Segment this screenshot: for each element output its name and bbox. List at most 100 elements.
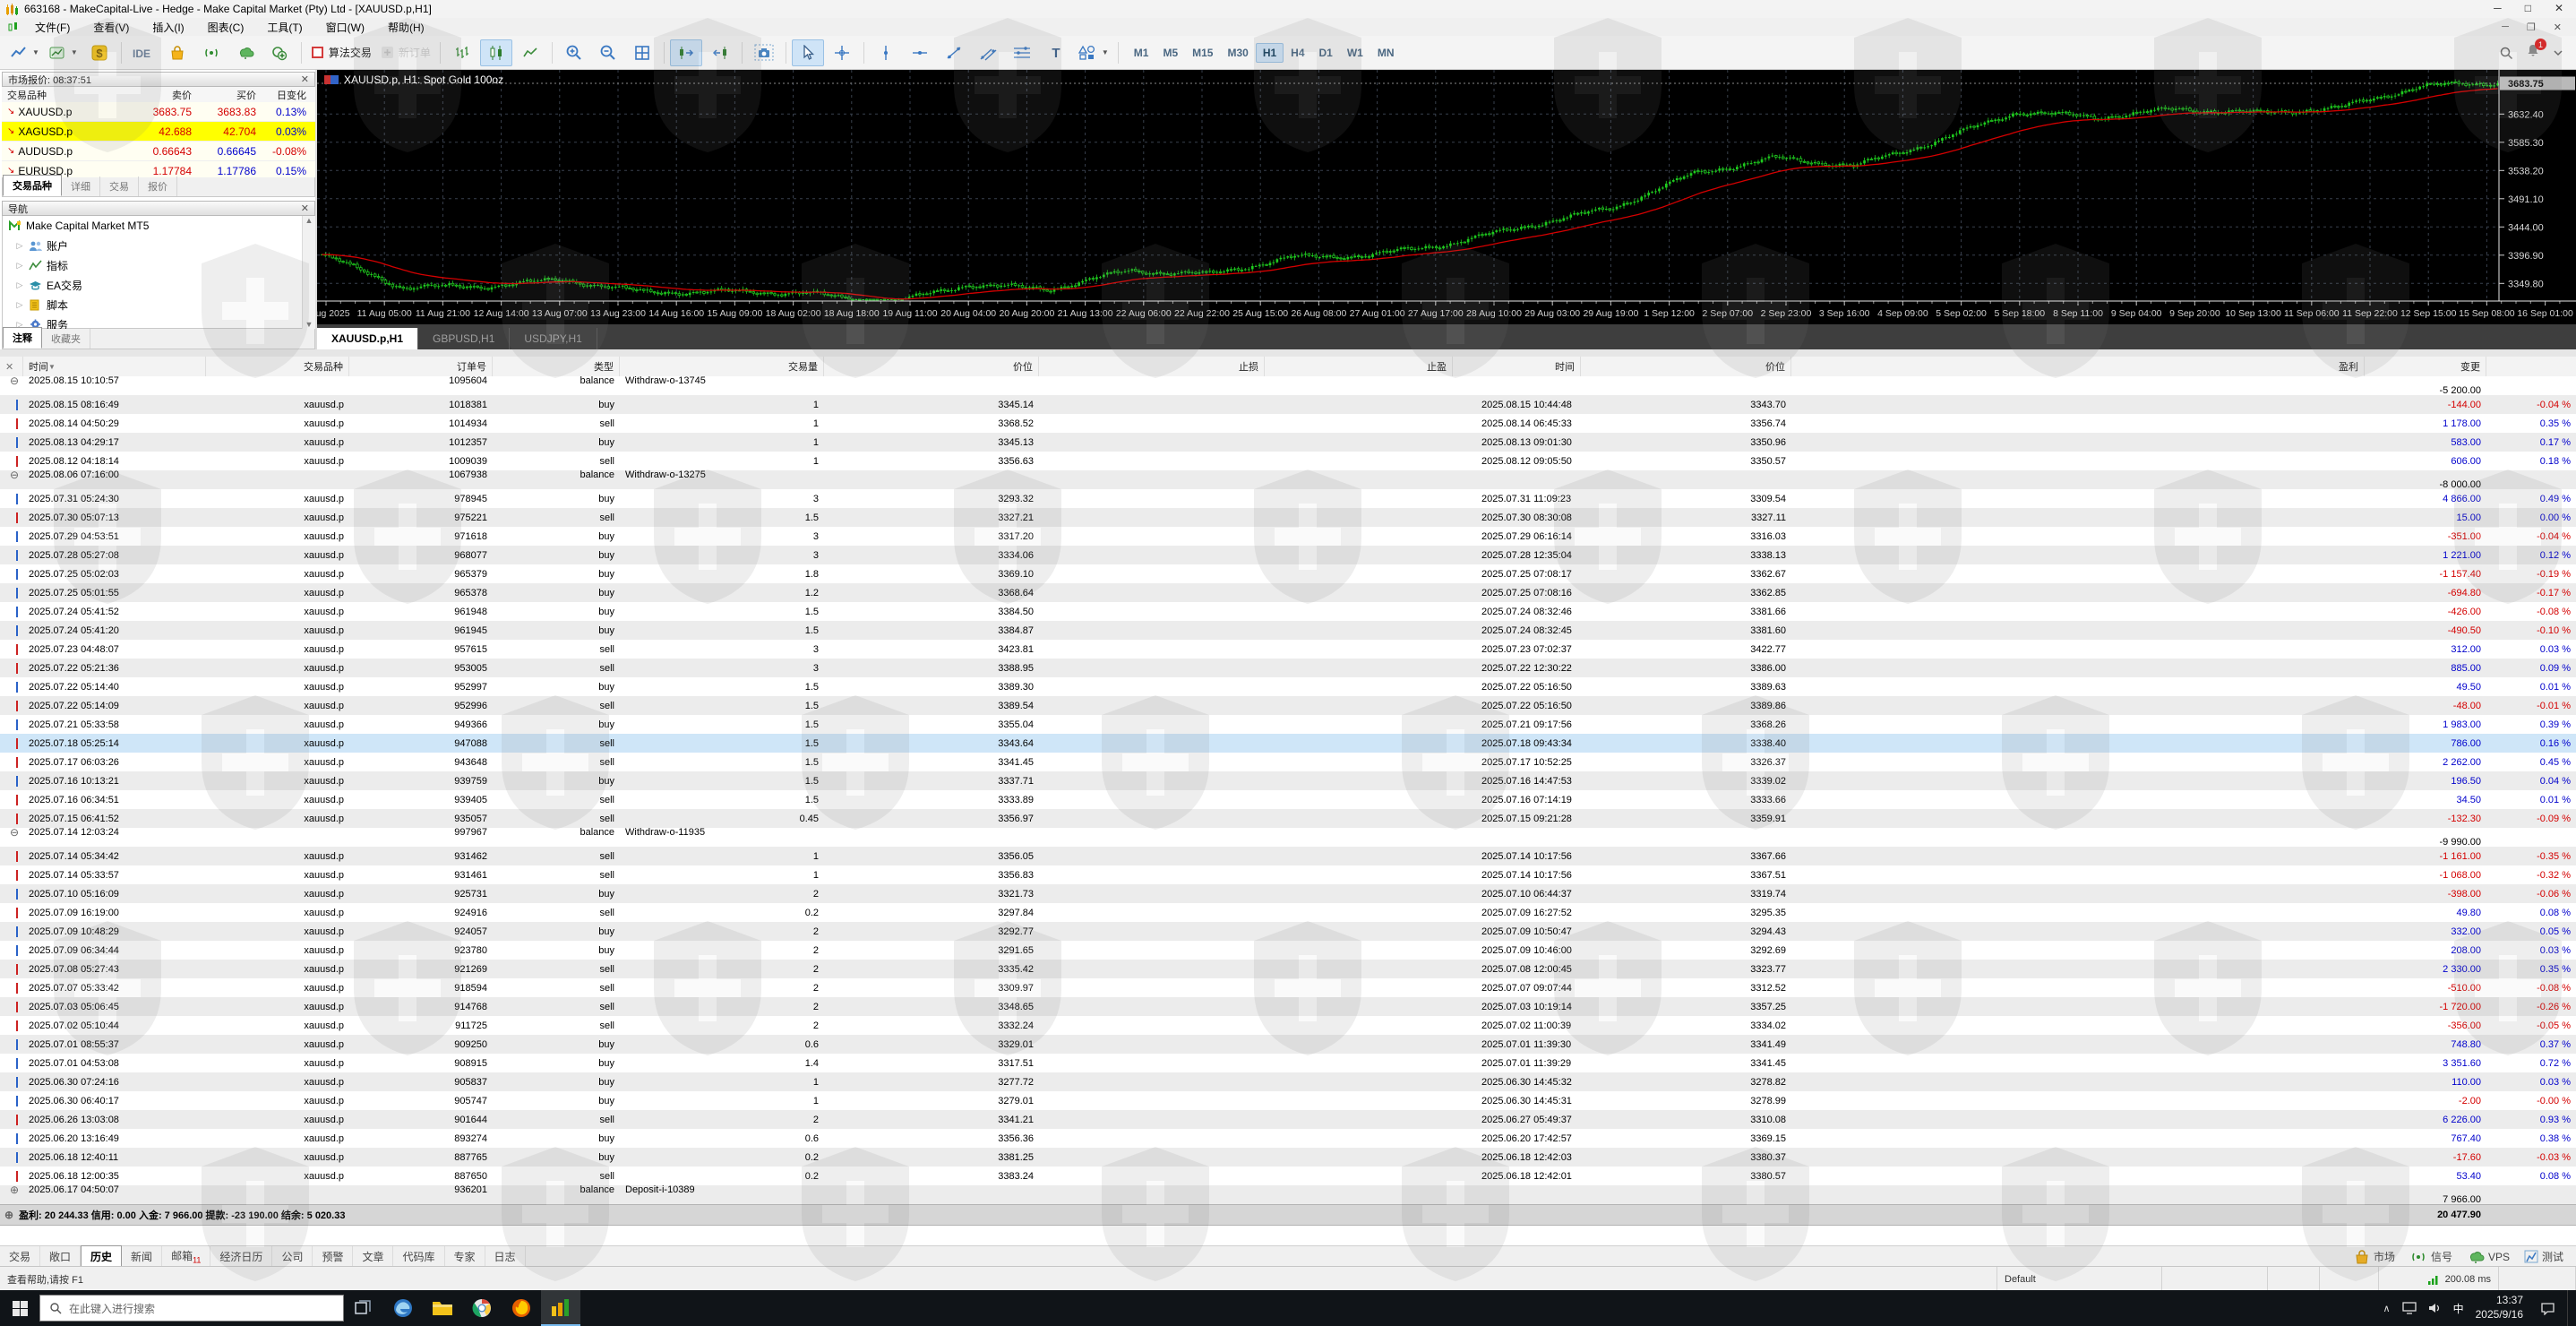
maximize-button[interactable]: □ — [2525, 2, 2531, 14]
quick-tool-测试[interactable]: 测试 — [2524, 1249, 2563, 1264]
timeframe-m1[interactable]: M1 — [1127, 43, 1156, 63]
taskbar-clock[interactable]: 13:37 2025/9/16 — [2476, 1294, 2523, 1322]
menu-item-1[interactable]: 查看(V) — [82, 18, 141, 37]
history-deal-row[interactable]: 2025.07.28 05:27:08 xauusd.p 968077 buy 3 333… — [0, 546, 2576, 564]
quick-tool-信号[interactable]: 信号 — [2409, 1249, 2452, 1264]
mw-tab-详细[interactable]: 详细 — [62, 177, 100, 196]
toolbox-tab-公司[interactable]: 公司 — [272, 1246, 313, 1267]
history-deal-row[interactable]: 2025.06.18 12:40:11 xauusd.p 887765 buy 0.2 3… — [0, 1148, 2576, 1167]
menu-item-0[interactable]: 文件(F) — [23, 18, 82, 37]
toolbox-close-icon[interactable]: ✕ — [0, 357, 23, 376]
market-watch-row[interactable]: ↘ XAUUSD.p 3683.75 3683.83 0.13% — [2, 102, 315, 122]
copy-trading-button[interactable] — [263, 39, 296, 66]
child-close-button[interactable]: ✕ — [2554, 22, 2562, 33]
history-deal-row[interactable]: 2025.07.08 05:27:43 xauusd.p 921269 sell 2 33… — [0, 960, 2576, 978]
history-deal-row[interactable]: 2025.08.13 04:29:17 xauusd.p 1012357 buy 1 33… — [0, 433, 2576, 452]
menu-item-4[interactable]: 工具(T) — [255, 18, 313, 37]
history-deal-row[interactable]: 2025.07.14 05:34:42 xauusd.p 931462 sell 1 33… — [0, 847, 2576, 865]
quotes-button[interactable]: $ — [83, 39, 116, 66]
scroll-up-icon[interactable]: ▲ — [303, 216, 315, 225]
history-deal-row[interactable]: 2025.06.26 13:03:08 xauusd.p 901644 sell 2 33… — [0, 1110, 2576, 1129]
auto-scroll-button[interactable] — [669, 39, 702, 66]
history-deal-row[interactable]: 2025.06.18 12:00:35 xauusd.p 887650 sell 0.2… — [0, 1167, 2576, 1185]
market-watch-row[interactable]: ↘ AUDUSD.p 0.66643 0.66645 -0.08% — [2, 142, 315, 161]
history-balance-row[interactable]: ⊖ 2025.08.15 10:10:57 1095604 balance Withdr… — [0, 375, 2576, 396]
history-col-1[interactable]: 交易品种 — [206, 357, 349, 376]
timeframe-h1[interactable]: H1 — [1255, 42, 1284, 63]
chart-tab-GBPUSD,H1[interactable]: GBPUSD,H1 — [418, 328, 511, 349]
toolbox-tab-专家[interactable]: 专家 — [445, 1246, 485, 1267]
navigator-scrollbar[interactable]: ▲ ▼ — [302, 216, 315, 329]
history-deal-row[interactable]: 2025.07.29 04:53:51 xauusd.p 971618 buy 3 331… — [0, 527, 2576, 546]
start-button[interactable] — [0, 1290, 39, 1326]
history-balance-row[interactable]: ⊖ 2025.08.06 07:16:00 1067938 balance Withdr… — [0, 469, 2576, 490]
timeframe-w1[interactable]: W1 — [1340, 43, 1370, 63]
history-col-7[interactable]: 止盈 — [1265, 357, 1453, 376]
history-deal-row[interactable]: 2025.07.01 08:55:37 xauusd.p 909250 buy 0.6 3… — [0, 1035, 2576, 1054]
history-deal-row[interactable]: 2025.07.21 05:33:58 xauusd.p 949366 buy 1.5 3… — [0, 715, 2576, 734]
history-deal-row[interactable]: 2025.07.24 05:41:52 xauusd.p 961948 buy 1.5 3… — [0, 602, 2576, 621]
menu-item-5[interactable]: 窗口(W) — [314, 18, 376, 37]
history-deal-row[interactable]: 2025.06.30 06:40:17 xauusd.p 905747 buy 1 327… — [0, 1091, 2576, 1110]
chevron-down-icon[interactable] — [2553, 47, 2563, 58]
cursor-button[interactable] — [791, 39, 824, 66]
history-deal-row[interactable]: 2025.08.15 08:16:49 xauusd.p 1018381 buy 1 33… — [0, 395, 2576, 414]
shapes-button[interactable]: ▼ — [1074, 39, 1112, 66]
history-deal-row[interactable]: 2025.07.15 06:41:52 xauusd.p 935057 sell 0.4… — [0, 809, 2576, 828]
nav-tab-收藏夹[interactable]: 收藏夹 — [42, 329, 90, 349]
menu-item-6[interactable]: 帮助(H) — [376, 18, 436, 37]
toolbox-tab-代码库[interactable]: 代码库 — [393, 1246, 445, 1267]
menu-item-2[interactable]: 插入(I) — [141, 18, 195, 37]
minimize-button[interactable]: ─ — [2494, 2, 2502, 14]
notifications-bell-icon[interactable]: 1 — [2526, 39, 2546, 62]
timeframe-mn[interactable]: MN — [1370, 43, 1402, 63]
taskbar-app-chrome[interactable] — [462, 1290, 502, 1326]
profile-selector[interactable]: Default — [1996, 1267, 2162, 1291]
toolbox-tab-邮箱[interactable]: 邮箱11 — [162, 1245, 211, 1268]
timeframe-m5[interactable]: M5 — [1155, 43, 1185, 63]
history-deal-row[interactable]: 2025.07.22 05:21:36 xauusd.p 953005 sell 3 33… — [0, 659, 2576, 677]
history-deal-row[interactable]: 2025.07.14 05:33:57 xauusd.p 931461 sell 1 33… — [0, 865, 2576, 884]
vertical-line-button[interactable] — [870, 39, 902, 66]
line-mode-button[interactable] — [514, 39, 546, 66]
history-col-4[interactable]: 交易量 — [620, 357, 824, 376]
taskbar-app-task-view[interactable] — [344, 1290, 383, 1326]
new-order-button[interactable]: 新订单 — [377, 39, 434, 66]
display-tray-icon[interactable] — [2401, 1302, 2417, 1314]
history-deal-row[interactable]: 2025.07.22 05:14:09 xauusd.p 952996 sell 1.5… — [0, 696, 2576, 715]
history-deal-row[interactable]: 2025.06.30 07:24:16 xauusd.p 905837 buy 1 327… — [0, 1072, 2576, 1091]
history-deal-row[interactable]: 2025.07.09 16:19:00 xauusd.p 924916 sell 0.2… — [0, 903, 2576, 922]
toolbox-tab-交易[interactable]: 交易 — [0, 1246, 41, 1267]
action-center-icon[interactable] — [2540, 1302, 2555, 1315]
ime-indicator[interactable]: 中 — [2453, 1301, 2464, 1316]
chart-tab-USDJPY,H1[interactable]: USDJPY,H1 — [510, 328, 597, 349]
navigator-close-icon[interactable]: ✕ — [301, 202, 309, 214]
toolbox-tab-预警[interactable]: 预警 — [313, 1246, 354, 1267]
timeframe-d1[interactable]: D1 — [1312, 43, 1340, 63]
horizontal-line-button[interactable] — [904, 39, 936, 66]
history-deal-row[interactable]: 2025.07.10 05:16:09 xauusd.p 925731 buy 2 332… — [0, 884, 2576, 903]
toolbox-tab-新闻[interactable]: 新闻 — [122, 1246, 163, 1267]
fibonacci-button[interactable] — [1006, 39, 1038, 66]
tile-windows-button[interactable] — [626, 39, 658, 66]
mw-tab-交易品种[interactable]: 交易品种 — [3, 175, 62, 196]
history-deal-row[interactable]: 2025.07.31 05:24:30 xauusd.p 978945 buy 3 329… — [0, 489, 2576, 508]
navigator-item-accounts[interactable]: ▷ 账户 — [3, 236, 314, 255]
mw-col-3[interactable]: 日变化 — [256, 88, 310, 102]
history-col-9[interactable]: 价位 — [1581, 357, 1791, 376]
zoom-in-button[interactable] — [558, 39, 590, 66]
horizontal-splitter[interactable] — [0, 349, 2576, 357]
zoom-out-button[interactable] — [592, 39, 624, 66]
navigator-item-scripts[interactable]: ▷ 脚本 — [3, 295, 314, 314]
history-deal-row[interactable]: 2025.07.09 06:34:44 xauusd.p 923780 buy 2 329… — [0, 941, 2576, 960]
market-watch-close-icon[interactable]: ✕ — [301, 73, 309, 85]
mw-tab-交易[interactable]: 交易 — [100, 177, 139, 196]
history-col-6[interactable]: 止损 — [1039, 357, 1265, 376]
history-col-11[interactable]: 变更 — [2365, 357, 2486, 376]
expand-arrow-icon[interactable]: ▷ — [15, 241, 24, 251]
nav-tab-注释[interactable]: 注释 — [3, 327, 42, 349]
history-col-0[interactable]: 时间 ▼ — [23, 357, 206, 376]
expand-arrow-icon[interactable]: ▷ — [15, 280, 24, 290]
timeframe-m15[interactable]: M15 — [1185, 43, 1220, 63]
history-deal-row[interactable]: 2025.07.03 05:06:45 xauusd.p 914768 sell 2 33… — [0, 997, 2576, 1016]
